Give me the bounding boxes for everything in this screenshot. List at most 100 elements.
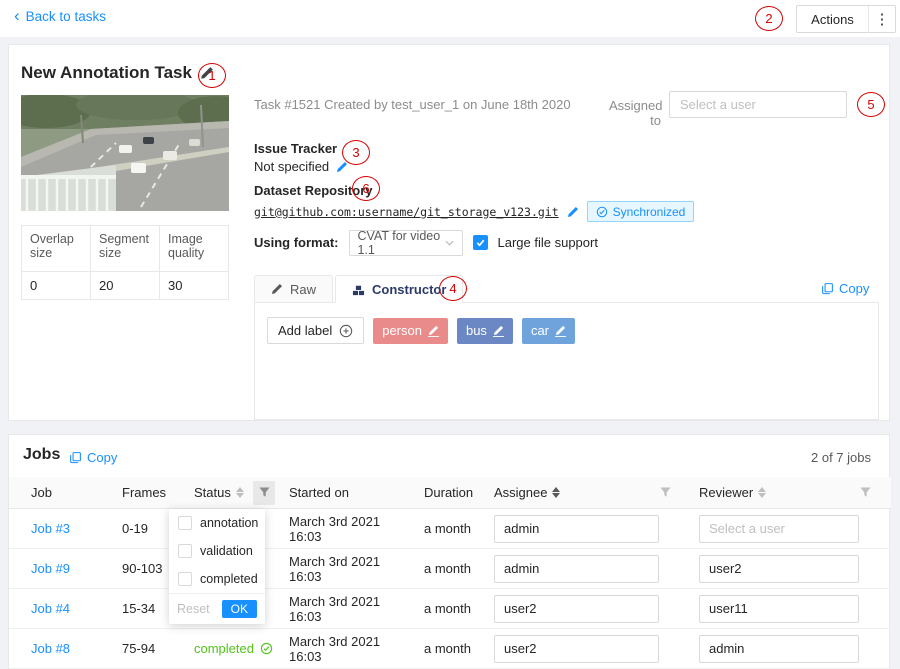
sync-check-icon [596, 206, 608, 218]
filter-reset-button[interactable]: Reset [177, 602, 210, 616]
labels-panel: Add label person bus car [254, 302, 879, 420]
repository-url: git@github.com:username/git_storage_v123… [254, 205, 559, 219]
copy-icon [69, 451, 82, 464]
edit-repository-icon[interactable] [567, 206, 579, 218]
task-title-text: New Annotation Task [21, 63, 192, 83]
chevron-down-icon [445, 240, 454, 246]
filter-status-icon[interactable] [253, 481, 275, 505]
plus-circle-icon [339, 324, 353, 338]
filter-assignee-icon[interactable] [660, 487, 671, 498]
pencil-icon [271, 283, 283, 295]
filter-footer: Reset OK [169, 593, 265, 624]
checkbox-icon[interactable] [178, 516, 192, 530]
filter-reviewer-icon[interactable] [860, 487, 871, 498]
assignee-input[interactable] [494, 595, 659, 623]
actions-button[interactable]: Actions ⋮ [796, 5, 896, 33]
duration-cell: a month [416, 509, 486, 548]
param-header: Overlap size [22, 226, 91, 272]
job-link[interactable]: Job #8 [31, 641, 70, 656]
reviewer-input[interactable] [699, 515, 859, 543]
build-icon [352, 283, 365, 296]
assignee-input[interactable] [494, 555, 659, 583]
status-text: completed [194, 641, 254, 656]
started-cell: March 3rd 2021 16:03 [281, 509, 416, 548]
page: ‹ Back to tasks Actions ⋮ New Annotation… [0, 0, 900, 669]
job-link[interactable]: Job #4 [31, 601, 70, 616]
issue-tracker-label: Issue Tracker [254, 141, 337, 156]
tab-raw-label: Raw [290, 282, 316, 297]
job-link[interactable]: Job #9 [31, 561, 70, 576]
labels-tabs: Raw Constructor [254, 275, 463, 303]
assignee-input[interactable] [494, 635, 659, 663]
label-tag-person[interactable]: person [373, 318, 448, 344]
assignee-input[interactable] [494, 515, 659, 543]
jobs-table-header: Job Frames Status Started on Duration As… [9, 477, 891, 509]
label-tag-car[interactable]: car [522, 318, 575, 344]
filter-option-label: annotation [200, 516, 258, 530]
column-job: Job [23, 477, 114, 508]
column-started: Started on [281, 477, 416, 508]
sort-reviewer-icon[interactable] [758, 487, 766, 498]
jobs-table: Job Frames Status Started on Duration As… [9, 477, 891, 669]
reviewer-input[interactable] [699, 555, 859, 583]
task-preview-image [21, 95, 229, 211]
copy-jobs-button[interactable]: Copy [69, 450, 117, 465]
copy-label: Copy [87, 450, 117, 465]
edit-label-icon[interactable] [555, 325, 566, 337]
checkbox-icon[interactable] [178, 572, 192, 586]
frames-cell: 75-94 [114, 629, 186, 668]
table-row: Job #9 90-103 March 3rd 2021 16:03 a mon… [9, 549, 891, 589]
task-meta: Task #1521 Created by test_user_1 on Jun… [254, 97, 571, 112]
large-file-checkbox[interactable] [473, 235, 488, 250]
label-name: person [382, 323, 422, 338]
copy-icon [821, 282, 834, 295]
param-value: 20 [91, 272, 160, 300]
tab-raw[interactable]: Raw [254, 275, 333, 303]
issue-tracker-value: Not specified [254, 159, 348, 174]
jobs-count: 2 of 7 jobs [811, 450, 871, 465]
check-icon [475, 237, 486, 248]
filter-option-completed[interactable]: completed [169, 565, 265, 593]
sort-assignee-icon[interactable] [552, 487, 560, 498]
issue-tracker-text: Not specified [254, 159, 329, 174]
reviewer-input[interactable] [699, 635, 859, 663]
sort-status-icon[interactable] [236, 487, 244, 498]
large-file-label: Large file support [498, 235, 598, 250]
status-cell: completed [186, 629, 281, 668]
job-link[interactable]: Job #3 [31, 521, 70, 536]
format-row: Using format: CVAT for video 1.1 Large f… [254, 229, 598, 256]
add-label-text: Add label [278, 323, 332, 338]
annotation-circle-2: 2 [755, 6, 783, 31]
back-label: Back to tasks [26, 9, 106, 24]
column-frames: Frames [114, 477, 186, 508]
annotation-circle-3: 3 [342, 140, 370, 165]
task-assignee-input[interactable] [669, 91, 847, 118]
copy-label: Copy [839, 281, 869, 296]
format-select[interactable]: CVAT for video 1.1 [349, 230, 463, 256]
synchronized-badge[interactable]: Synchronized [587, 201, 695, 222]
annotation-circle-4: 4 [439, 276, 467, 301]
page-title: New Annotation Task [21, 63, 214, 83]
add-label-button[interactable]: Add label [267, 317, 364, 344]
label-name: car [531, 323, 549, 338]
reviewer-input[interactable] [699, 595, 859, 623]
filter-option-annotation[interactable]: annotation [169, 509, 265, 537]
using-format-label: Using format: [254, 235, 339, 250]
jobs-card: Jobs Copy 2 of 7 jobs Job Frames Status [8, 434, 890, 669]
filter-ok-button[interactable]: OK [222, 600, 257, 618]
copy-labels-button[interactable]: Copy [821, 281, 869, 296]
label-tag-bus[interactable]: bus [457, 318, 513, 344]
table-row: Job #4 15-34 March 3rd 2021 16:03 a mont… [9, 589, 891, 629]
filter-option-validation[interactable]: validation [169, 537, 265, 565]
param-value: 0 [22, 272, 91, 300]
label-name: bus [466, 323, 487, 338]
more-options-icon[interactable]: ⋮ [869, 10, 895, 28]
column-assignee: Assignee [486, 477, 691, 508]
actions-label: Actions [797, 12, 868, 27]
edit-label-icon[interactable] [428, 325, 439, 337]
edit-label-icon[interactable] [493, 325, 504, 337]
checkbox-icon[interactable] [178, 544, 192, 558]
back-to-tasks-link[interactable]: ‹ Back to tasks [14, 9, 106, 24]
annotation-circle-6: 6 [352, 176, 380, 201]
duration-cell: a month [416, 589, 486, 628]
